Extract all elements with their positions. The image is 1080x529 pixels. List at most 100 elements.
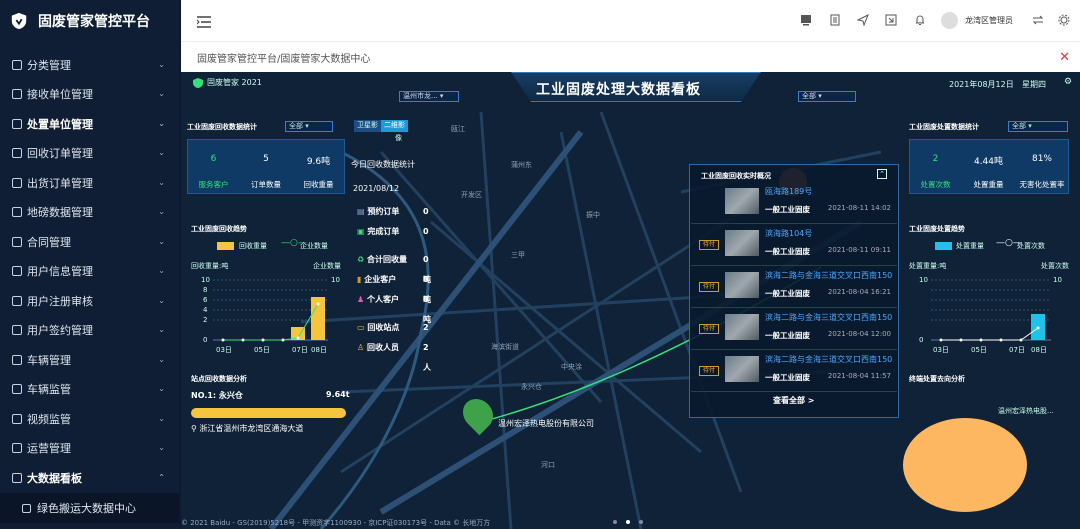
sidebar-item-video[interactable]: 视频监管 ⌄ (0, 404, 179, 433)
disposal-trend-title: 工业固废处置趋势 (909, 225, 965, 233)
map-label: 海滨街道 (491, 343, 519, 351)
map-label: 三甲 (511, 251, 525, 259)
today-row: ▮ 企业客户 0吨 (357, 275, 431, 304)
sidebar-item-category[interactable]: 分类管理 ⌄ (0, 50, 179, 79)
tick: 0 (203, 336, 208, 344)
status-badge: 待付 (699, 324, 719, 334)
tick: 8 (203, 286, 208, 294)
sidebar-item-bigdata[interactable]: 大数据看板 ⌃ (0, 463, 179, 492)
photo-thumbnail (725, 356, 759, 382)
menu-icon (22, 503, 31, 513)
photo-thumbnail (725, 272, 759, 298)
settings-icon[interactable] (1058, 14, 1070, 26)
sidebar-subitem-green-center[interactable]: 绿色搬运大数据中心 (0, 493, 179, 523)
dot[interactable] (613, 520, 617, 524)
fullscreen-icon[interactable] (885, 14, 897, 26)
menu-icon (12, 265, 22, 276)
tab-satellite[interactable]: 卫星影 (354, 120, 381, 132)
carousel-dots[interactable] (613, 520, 643, 524)
x-tick: 05日 (254, 346, 270, 354)
see-all-link[interactable]: 查看全部 > (773, 395, 815, 406)
tick: 6 (203, 296, 208, 304)
today-row: ▣ 完成订单 0 (357, 227, 429, 236)
tick: 10 (919, 276, 928, 284)
sidebar-item-operations[interactable]: 运营管理 ⌄ (0, 433, 179, 462)
date: 2021年08月12日 (949, 80, 1014, 89)
send-icon[interactable] (857, 14, 869, 26)
sidebar-item-vehicle-monitor[interactable]: 车辆监管 ⌄ (0, 374, 179, 403)
x-tick: 07日 (292, 346, 308, 354)
disposal-stats-title: 工业固废处置数据统计 (909, 123, 979, 131)
sidebar: 固废管家管控平台 分类管理 ⌄ 接收单位管理 ⌄ 处置单位管理 ⌄ 回收订单管理 ⌄ 出… (0, 0, 179, 529)
sidebar-item-user-info[interactable]: 用户信息管理 ⌄ (0, 256, 179, 285)
flow-analysis-title: 终端处置去向分析 (909, 375, 965, 383)
dashboard-title: 工业固废处理大数据看板 (536, 82, 701, 98)
stat-label: 处置重量 (973, 180, 1004, 189)
y-axis-label: 回收重量:吨 (191, 262, 229, 270)
stat-label: 订单数量 (251, 180, 281, 189)
user-name[interactable]: 龙湾区管理员 (965, 15, 1013, 26)
flow-pie (903, 418, 1027, 512)
today-row: ♟ 个人客户 0吨 (357, 295, 431, 324)
flow-label: 温州宏泽热电股... (998, 407, 1054, 415)
menu-icon (12, 413, 22, 424)
realtime-item[interactable]: 待付 滨海二路与金海三道交叉口西南150 一般工业固废 2021-08-04 11:5… (691, 352, 897, 392)
legend-label: 企业数量 (300, 242, 328, 250)
tab-2d[interactable]: 二维影 (381, 120, 408, 132)
recycle-trend-title: 工业固废回收趋势 (191, 225, 247, 233)
collapse-icon[interactable]: ⌃ (877, 169, 887, 179)
document-icon[interactable] (829, 14, 841, 26)
sidebar-item-contract[interactable]: 合同管理 ⌄ (0, 227, 179, 256)
tick: 2 (203, 316, 208, 324)
settings-icon[interactable]: ⚙ (1064, 77, 1072, 87)
bell-icon[interactable] (914, 14, 926, 26)
y2-axis-label: 处置次数 (1041, 262, 1069, 270)
menu-icon (12, 295, 22, 306)
legend-label: 回收重量 (239, 242, 267, 250)
shield-icon (11, 12, 27, 30)
app-title: 固废管家管控平台 (38, 14, 150, 30)
photo-thumbnail (725, 230, 759, 256)
realtime-item[interactable]: 待付 滨海路104号 一般工业固废 2021-08-11 09:11 (691, 226, 897, 266)
dashboard: 瓯江 蒲州东 三甲 振中 河口 永兴仓 开发区 中央涂 海滨街道 固废管家 20… (181, 72, 1080, 529)
sidebar-item-receiver[interactable]: 接收单位管理 ⌄ (0, 79, 179, 108)
menu-toggle-icon[interactable] (197, 16, 211, 28)
realtime-item[interactable]: 瓯海路189号 一般工业固废 2021-08-11 14:02 (691, 184, 897, 224)
map-label: 中央涂 (561, 363, 582, 371)
stat-label: 处置次数 (920, 180, 951, 189)
map-label: 瓯江 (451, 125, 465, 133)
shield-icon (193, 77, 203, 88)
recycle-filter-select[interactable]: 全部 ▾ (285, 121, 333, 132)
today-row: ▭ 回收站点 2 (357, 323, 429, 332)
city-select[interactable]: 温州市龙... ▾ (399, 91, 459, 102)
x-tick: 08日 (311, 346, 327, 354)
x-tick: 03日 (216, 346, 232, 354)
region-select[interactable]: 全部 ▾ (798, 91, 856, 102)
sidebar-item-shipping-order[interactable]: 出货订单管理 ⌄ (0, 168, 179, 197)
sidebar-item-vehicle[interactable]: 车辆管理 ⌄ (0, 345, 179, 374)
disposal-filter-select[interactable]: 全部 ▾ (1008, 121, 1068, 132)
dot[interactable] (639, 520, 643, 524)
sidebar-item-user-review[interactable]: 用户注册审核 ⌄ (0, 286, 179, 315)
menu-icon (12, 206, 22, 217)
realtime-item[interactable]: 待付 滨海二路与金海三道交叉口西南150 一般工业固废 2021-08-04 12:0… (691, 310, 897, 350)
sidebar-item-disposal[interactable]: 处置单位管理 ⌄ (0, 109, 179, 138)
status-badge: 待付 (699, 366, 719, 376)
dot-active[interactable] (626, 520, 630, 524)
sidebar-item-user-sign[interactable]: 用户签约管理 ⌄ (0, 315, 179, 344)
x-tick: 08日 (1031, 346, 1047, 354)
menu-icon (12, 177, 22, 188)
avatar[interactable] (941, 12, 958, 29)
close-icon[interactable]: ✕ (1059, 50, 1070, 65)
weekday: 星期四 (1022, 80, 1046, 89)
top-bar: 龙湾区管理员 (181, 0, 1080, 42)
realtime-item[interactable]: 待付 滨海二路与金海三道交叉口西南150 一般工业固废 2021-08-04 16:2… (691, 268, 897, 308)
site-name: NO.1: 永兴仓 (191, 391, 243, 400)
screen-icon[interactable] (800, 14, 812, 26)
sidebar-item-weighbridge[interactable]: 地磅数据管理 ⌄ (0, 197, 179, 226)
truck-icon (12, 354, 22, 365)
realtime-title: 工业固废回收实时概况 (701, 172, 771, 180)
tab-suffix: 像 (395, 134, 402, 142)
sidebar-item-recycle-order[interactable]: 回收订单管理 ⌄ (0, 138, 179, 167)
switch-icon[interactable] (1032, 14, 1044, 26)
